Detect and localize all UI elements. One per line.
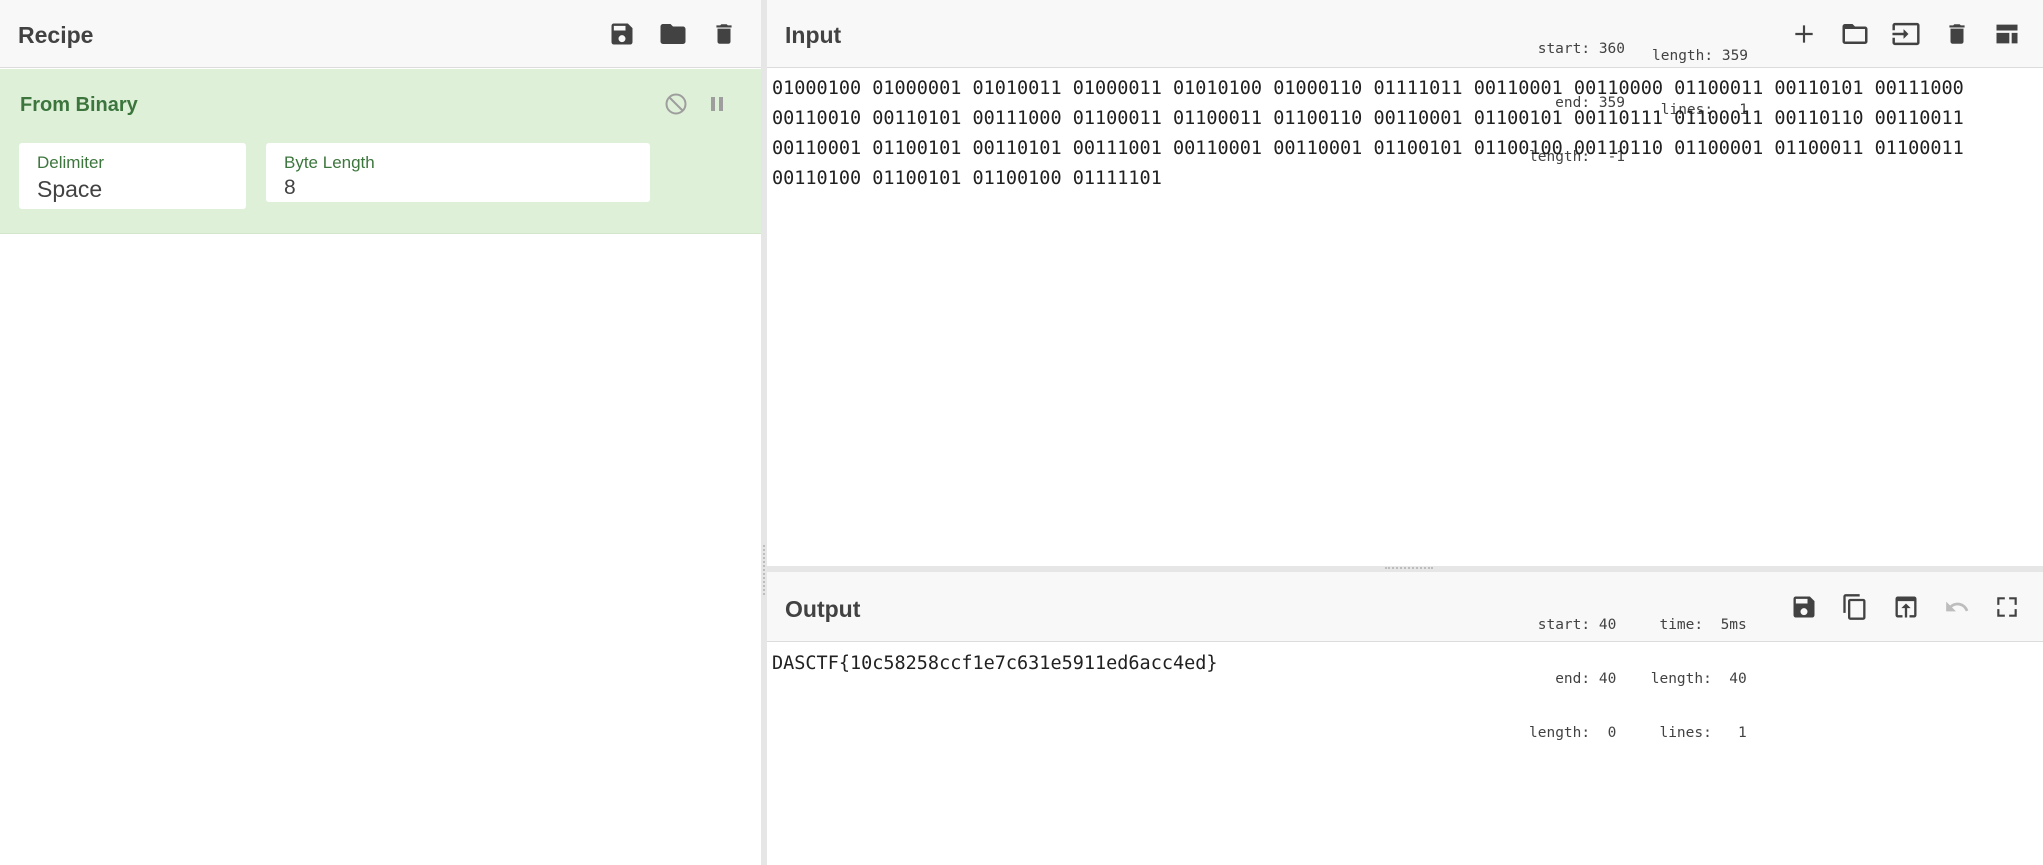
fullscreen-icon <box>1997 597 2017 617</box>
byte-length-label: Byte Length <box>284 153 375 172</box>
input-title: Input <box>785 22 842 48</box>
pause-icon <box>711 97 723 111</box>
input-pane: Input start: 360 end: 359 length: -1 len… <box>767 0 2043 566</box>
folder-icon <box>660 24 686 44</box>
input-icon <box>1892 22 1920 46</box>
reset-layout-button[interactable] <box>1987 14 2027 54</box>
output-stat-end: end: 40 <box>1537 671 1617 687</box>
output-stat-start: start: 40 <box>1537 617 1617 633</box>
disable-operation-button[interactable] <box>661 89 691 119</box>
output-stat-time: time: 5ms <box>1642 617 1747 633</box>
output-pane: Output start: 40 end: 40 length: 0 time:… <box>767 572 2043 865</box>
undo-button[interactable] <box>1937 587 1977 627</box>
add-input-tab-button[interactable] <box>1784 14 1824 54</box>
breakpoint-button[interactable] <box>702 89 732 119</box>
output-header: Output start: 40 end: 40 length: 0 time:… <box>767 572 2043 741</box>
output-stat-length: length: 40 <box>1650 671 1747 687</box>
io-divider-grip[interactable] <box>1385 567 1433 569</box>
open-file-button[interactable] <box>1835 14 1875 54</box>
plus-icon <box>1795 25 1813 43</box>
open-in-new-icon <box>1895 596 1917 618</box>
output-text[interactable]: DASCTF{10c58258ccf1e7c631e5911ed6acc4ed} <box>772 649 1218 679</box>
save-output-button[interactable] <box>1784 587 1824 627</box>
copy-output-button[interactable] <box>1835 587 1875 627</box>
input-textarea[interactable]: 01000100 01000001 01010011 01000011 0101… <box>772 74 2032 194</box>
disable-icon <box>665 93 687 115</box>
output-selection-stats: start: 40 end: 40 length: 0 <box>1529 580 1616 778</box>
copy-icon <box>1843 594 1866 620</box>
delimiter-value: Space <box>37 176 103 202</box>
divider-grip[interactable] <box>763 545 765 595</box>
delimiter-label: Delimiter <box>37 153 105 172</box>
recipe-pane: Recipe From Binary Delimiter Space Byte … <box>0 0 761 865</box>
output-length-stats: time: 5ms length: 40 lines: 1 <box>1642 580 1747 778</box>
save-icon <box>611 23 633 45</box>
open-folder-button[interactable] <box>1886 14 1926 54</box>
byte-length-value: 8 <box>284 176 296 199</box>
save-recipe-button[interactable] <box>602 14 642 54</box>
output-stat-lines: lines: 1 <box>1650 725 1747 741</box>
input-stat-length: length: 359 <box>1652 48 1749 64</box>
replace-input-with-output-button[interactable] <box>1886 587 1926 627</box>
input-stat-start: start: 360 <box>1537 41 1626 57</box>
input-header: Input start: 360 end: 359 length: -1 len… <box>767 0 2043 165</box>
trash-icon <box>1949 24 1965 44</box>
maximise-output-button[interactable] <box>1987 587 2027 627</box>
recipe-header: Recipe <box>0 0 761 68</box>
folder-open-icon <box>1842 24 1868 44</box>
delimiter-field[interactable]: Delimiter Space <box>19 143 246 209</box>
load-recipe-button[interactable] <box>653 14 693 54</box>
layout-icon <box>1996 24 2018 44</box>
clear-recipe-button[interactable] <box>704 14 744 54</box>
output-title: Output <box>785 596 861 622</box>
operation-from-binary[interactable]: From Binary Delimiter Space Byte Length … <box>0 69 761 234</box>
trash-icon <box>716 24 732 44</box>
undo-icon <box>1946 601 1969 612</box>
clear-input-button[interactable] <box>1937 14 1977 54</box>
operation-name: From Binary <box>20 94 138 116</box>
output-stat-selection-length: length: 0 <box>1529 725 1617 741</box>
byte-length-field[interactable]: Byte Length 8 <box>266 143 650 202</box>
recipe-title: Recipe <box>18 22 94 48</box>
save-icon <box>1793 596 1815 618</box>
